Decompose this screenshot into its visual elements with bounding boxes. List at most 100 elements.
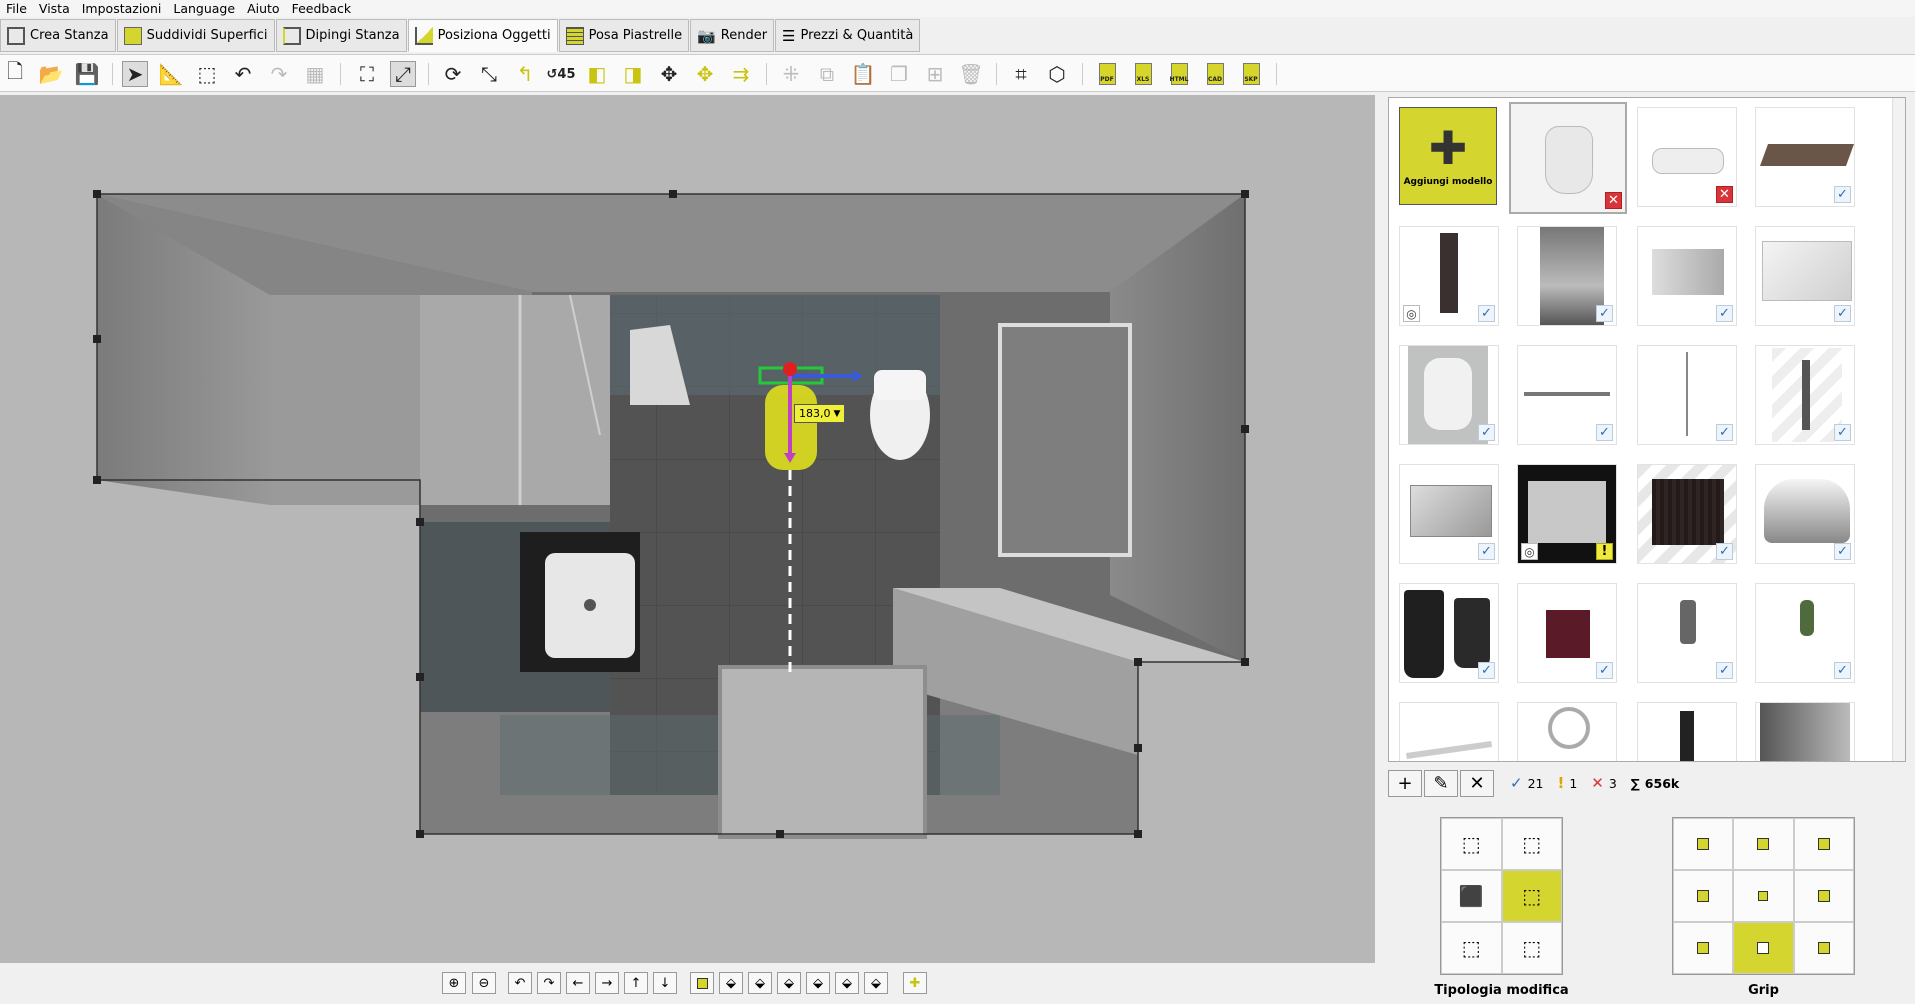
move-button[interactable]: ✥ bbox=[656, 61, 682, 87]
delete-button[interactable]: 🗑 bbox=[958, 61, 984, 87]
catalog-item-column-cabinet[interactable]: ◎ ✓ bbox=[1399, 226, 1499, 326]
edit-type-top-left[interactable]: ⬚ bbox=[1441, 818, 1502, 870]
pan-up-button[interactable]: ↑ bbox=[624, 972, 648, 994]
rotate-45-button[interactable]: ↺45 bbox=[547, 61, 576, 87]
room-viewport[interactable]: 183,0 ▼ bbox=[0, 95, 1375, 963]
array-button[interactable]: ⊞ bbox=[922, 61, 948, 87]
catalog-item-toilet[interactable]: ✓ bbox=[1399, 345, 1499, 445]
zoom-out-button[interactable]: ⊖ bbox=[472, 972, 496, 994]
tab-posiziona-oggetti[interactable]: Posiziona Oggetti bbox=[407, 19, 558, 52]
hidden-eye-icon[interactable]: ◎ bbox=[1521, 543, 1538, 560]
add-view-button[interactable]: ✚ bbox=[903, 972, 927, 994]
menu-language[interactable]: Language bbox=[167, 0, 241, 17]
export-skp-button[interactable]: SKP bbox=[1238, 61, 1264, 87]
edit-type-bottom-right[interactable]: ⬚ bbox=[1501, 922, 1562, 974]
check-icon[interactable]: ✓ bbox=[1596, 662, 1613, 679]
zoom-in-button[interactable]: ⊕ bbox=[442, 972, 466, 994]
export-xls-button[interactable]: XLS bbox=[1130, 61, 1156, 87]
select-tool-button[interactable]: ➤ bbox=[122, 61, 148, 87]
tab-prezzi-quantita[interactable]: ☰ Prezzi & Quantità bbox=[775, 19, 921, 52]
check-icon[interactable]: ✓ bbox=[1478, 424, 1495, 441]
menu-impostazioni[interactable]: Impostazioni bbox=[76, 0, 168, 17]
grip-top-right[interactable] bbox=[1793, 818, 1854, 870]
edit-type-mid-left[interactable]: ⬛ bbox=[1441, 870, 1502, 922]
resize-button[interactable]: ⤢ bbox=[390, 61, 416, 87]
rotate-left-button[interactable]: ↰ bbox=[512, 61, 538, 87]
catalog-item-sink[interactable]: ✕ bbox=[1637, 107, 1737, 207]
catalog-item-vanity-photo[interactable]: ✓ bbox=[1517, 226, 1617, 326]
check-icon[interactable]: ✓ bbox=[1596, 424, 1613, 441]
rotate-view-right-button[interactable]: ↷ bbox=[537, 972, 561, 994]
redo-button[interactable]: ↷ bbox=[266, 61, 292, 87]
crop-button[interactable]: ⌗ bbox=[1008, 61, 1034, 87]
hidden-eye-icon[interactable]: ◎ bbox=[1403, 305, 1420, 322]
copy-button[interactable]: ⧉ bbox=[814, 61, 840, 87]
warning-icon[interactable]: ! bbox=[1596, 543, 1613, 560]
menu-feedback[interactable]: Feedback bbox=[286, 0, 358, 17]
remove-icon[interactable]: ✕ bbox=[1716, 186, 1733, 203]
catalog-item-shelf[interactable]: ✓ bbox=[1755, 107, 1855, 207]
open-project-button[interactable]: 📂 bbox=[38, 61, 64, 87]
save-project-button[interactable]: 💾 bbox=[74, 61, 100, 87]
menu-file[interactable]: File bbox=[0, 0, 33, 17]
pan-right-button[interactable]: → bbox=[595, 972, 619, 994]
menu-aiuto[interactable]: Aiuto bbox=[241, 0, 286, 17]
rotate-view-left-button[interactable]: ↶ bbox=[508, 972, 532, 994]
box-select-button[interactable]: ⬚ bbox=[194, 61, 220, 87]
catalog-item-box[interactable]: ✓ bbox=[1637, 226, 1737, 326]
catalog-item-toilet-brush[interactable]: ✓ bbox=[1755, 345, 1855, 445]
grip-center[interactable] bbox=[1733, 870, 1794, 922]
undo-button[interactable]: ↶ bbox=[230, 61, 256, 87]
check-icon[interactable]: ✓ bbox=[1834, 662, 1851, 679]
catalog-item-dispenser[interactable] bbox=[1637, 702, 1737, 761]
tab-render[interactable]: 📷 Render bbox=[690, 19, 775, 52]
catalog-item-towel[interactable]: ✓ bbox=[1637, 583, 1737, 683]
add-item-button[interactable]: + bbox=[1388, 769, 1422, 797]
grip-bottom-right[interactable] bbox=[1793, 922, 1854, 974]
catalog-item-vases[interactable]: ✓ bbox=[1399, 583, 1499, 683]
check-icon[interactable]: ✓ bbox=[1478, 305, 1495, 322]
check-icon[interactable]: ✓ bbox=[1834, 186, 1851, 203]
catalog-scrollbar[interactable] bbox=[1892, 98, 1905, 761]
tab-dipingi-stanza[interactable]: Dipingi Stanza bbox=[275, 19, 407, 52]
catalog-item-ring-holder[interactable] bbox=[1517, 702, 1617, 761]
view-iso-1-button[interactable]: ⬙ bbox=[719, 972, 743, 994]
edit-item-button[interactable]: ✎ bbox=[1424, 769, 1458, 797]
tab-suddividi-superfici[interactable]: Suddividi Superfici bbox=[116, 19, 275, 52]
export-cad-button[interactable]: CAD bbox=[1202, 61, 1228, 87]
paste-button[interactable]: 📋 bbox=[850, 61, 876, 87]
catalog-item-bidet[interactable]: ✕ bbox=[1509, 102, 1627, 214]
catalog-item-mirror[interactable]: ✓ bbox=[1755, 226, 1855, 326]
move-axis-button[interactable]: ⇉ bbox=[728, 61, 754, 87]
export-pdf-button[interactable]: PDF bbox=[1094, 61, 1120, 87]
catalog-item-plant[interactable]: ✓ bbox=[1755, 583, 1855, 683]
rotate-button[interactable]: ⟳ bbox=[440, 61, 466, 87]
check-icon[interactable]: ✓ bbox=[1834, 543, 1851, 560]
add-model-button[interactable]: ✚ Aggiungi modello bbox=[1399, 107, 1497, 205]
catalog-item-paper-holder[interactable]: ✓ bbox=[1755, 464, 1855, 564]
mirror-button[interactable]: ◨ bbox=[620, 61, 646, 87]
check-icon[interactable]: ✓ bbox=[1596, 305, 1613, 322]
menu-vista[interactable]: Vista bbox=[33, 0, 76, 17]
catalog-item-glass-panel[interactable]: ◎ ! bbox=[1517, 464, 1617, 564]
view-iso-3-button[interactable]: ⬙ bbox=[777, 972, 801, 994]
catalog-item-towel-rail[interactable] bbox=[1399, 702, 1499, 761]
align-button[interactable]: ⁜ bbox=[778, 61, 804, 87]
export-html-button[interactable]: HTML bbox=[1166, 61, 1192, 87]
check-icon[interactable]: ✓ bbox=[1834, 305, 1851, 322]
view-iso-5-button[interactable]: ⬙ bbox=[835, 972, 859, 994]
flip-button[interactable]: ◧ bbox=[584, 61, 610, 87]
grip-top-center[interactable] bbox=[1733, 818, 1794, 870]
pan-left-button[interactable]: ← bbox=[566, 972, 590, 994]
pattern-button[interactable]: ▦ bbox=[302, 61, 328, 87]
edit-type-top-right[interactable]: ⬚ bbox=[1501, 818, 1562, 870]
view-3d-button[interactable]: ⬡ bbox=[1044, 61, 1070, 87]
view-iso-6-button[interactable]: ⬙ bbox=[864, 972, 888, 994]
check-icon[interactable]: ✓ bbox=[1716, 543, 1733, 560]
catalog-item-rug[interactable]: ✓ bbox=[1517, 583, 1617, 683]
check-icon[interactable]: ✓ bbox=[1716, 662, 1733, 679]
check-icon[interactable]: ✓ bbox=[1834, 424, 1851, 441]
pan-down-button[interactable]: ↓ bbox=[653, 972, 677, 994]
remove-icon[interactable]: ✕ bbox=[1605, 192, 1622, 209]
grip-bottom-center[interactable] bbox=[1733, 922, 1794, 974]
